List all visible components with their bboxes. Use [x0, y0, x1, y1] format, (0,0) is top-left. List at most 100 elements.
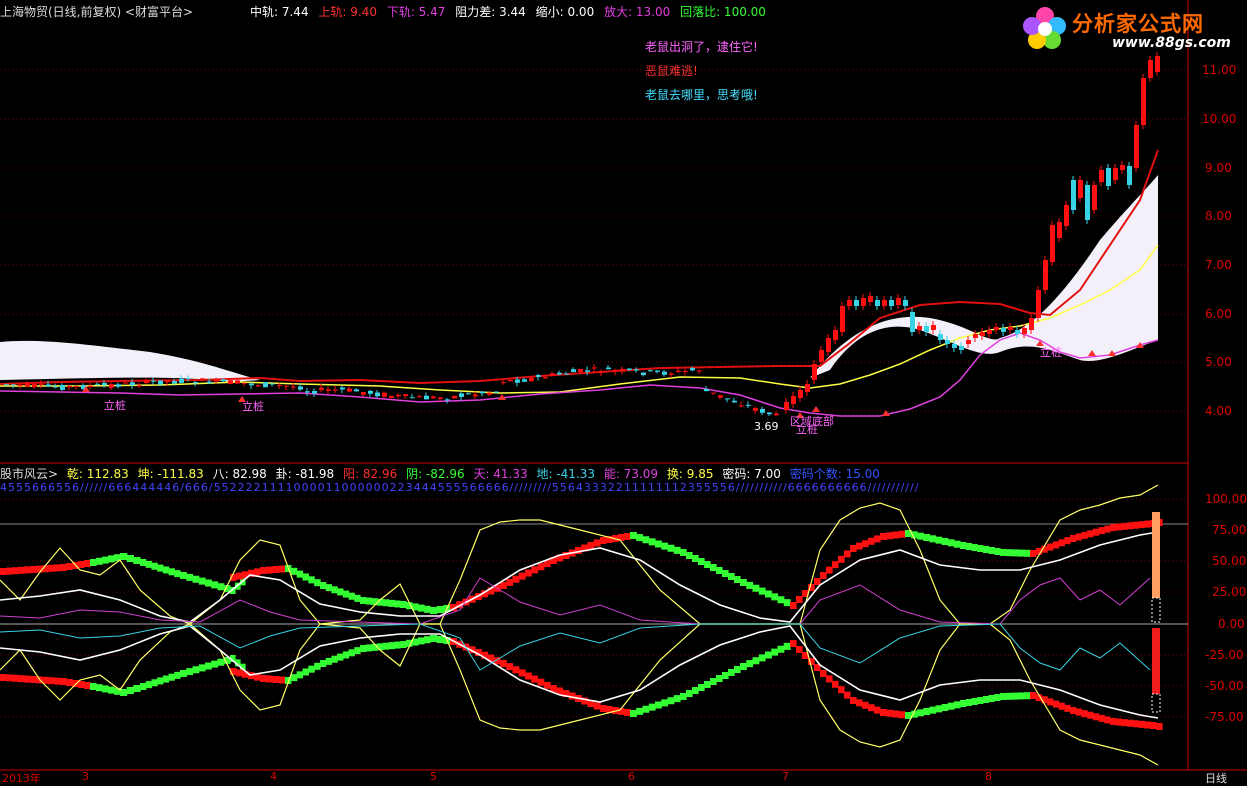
candle: [186, 378, 191, 380]
ribbon-step: [78, 681, 85, 688]
indicator-header: 股市风云> 乾: 112.83 坤: -111.83 八: 82.98 卦: -…: [0, 465, 885, 482]
ribbon-step: [12, 674, 19, 682]
ribbon-step: [960, 700, 967, 707]
candle: [46, 384, 51, 387]
candle: [515, 379, 520, 383]
ribbon-step: [947, 539, 955, 547]
ribbon-step: [6, 567, 13, 575]
ribbon-step: [1006, 549, 1013, 557]
candle: [669, 373, 674, 375]
ribbon-step: [1018, 692, 1025, 700]
candle: [683, 370, 688, 372]
ribbon-step: [377, 643, 384, 651]
ribbon-step: [994, 694, 1001, 701]
ribbon-step: [1030, 550, 1037, 557]
ribbon-step: [525, 569, 532, 577]
ribbon-step: [587, 542, 595, 549]
candle: [784, 402, 789, 410]
candle: [291, 386, 296, 388]
ribbon-step: [506, 578, 514, 586]
candle: [987, 330, 992, 334]
ribbon-step: [302, 573, 309, 581]
indicator-tick: -50.00: [1205, 679, 1244, 693]
candle: [1008, 327, 1013, 330]
ribbon-step: [72, 680, 79, 687]
candle: [277, 385, 282, 387]
ribbon-step: [941, 704, 949, 711]
candle: [725, 398, 730, 400]
candle: [249, 383, 254, 386]
ribbon-step: [325, 584, 333, 592]
ribbon-step: [272, 566, 280, 573]
candle: [270, 383, 275, 385]
candle: [882, 300, 887, 306]
ribbon-step: [140, 683, 147, 690]
ribbon-step: [308, 576, 315, 584]
ribbon-step: [525, 672, 532, 680]
ribbon-step: [382, 599, 390, 607]
ribbon-step: [1024, 692, 1031, 700]
candle: [1057, 222, 1062, 238]
ribbon-step: [1058, 702, 1065, 710]
ribbon-step: [400, 641, 407, 648]
chart-canvas[interactable]: [0, 0, 1247, 781]
code-value: 密码: 7.00: [722, 467, 781, 481]
ribbon-step: [771, 593, 779, 601]
ribbon-step: [290, 567, 298, 575]
ribbon-step: [102, 556, 109, 564]
indicator-tick: 0.00: [1218, 617, 1245, 631]
ribbon-step: [642, 536, 650, 544]
candle: [144, 379, 149, 383]
ribbon-step: [90, 683, 97, 690]
ribbon-step: [898, 530, 906, 538]
ribbon-step: [880, 709, 887, 716]
ribbon-step: [1087, 530, 1094, 538]
candle: [875, 300, 880, 306]
ribbon-step: [1012, 549, 1019, 557]
ribbon-step: [296, 671, 304, 679]
candle: [945, 340, 950, 344]
candle: [95, 383, 100, 385]
yin-value: 阴: -82.96: [406, 467, 465, 481]
ribbon-step: [783, 642, 791, 650]
ribbon-step: [325, 657, 333, 665]
ribbon-step: [24, 566, 31, 574]
ribbon-step: [6, 674, 13, 682]
ribbon-step: [512, 575, 520, 583]
gua-value: 卦: -81.98: [275, 467, 335, 481]
time-tick: 3: [82, 770, 89, 783]
ribbon-step: [394, 600, 401, 608]
ribbon-step: [740, 579, 747, 586]
logo-title: 分析家公式网: [1072, 12, 1204, 36]
ribbon-step: [971, 698, 978, 705]
pile-label: 立桩: [242, 400, 264, 413]
ribbon-step: [96, 684, 103, 692]
candle: [655, 370, 660, 372]
candle: [305, 391, 310, 393]
ribbon-step: [1104, 525, 1111, 533]
indicator-tick: 50.00: [1212, 554, 1247, 568]
neng-value: 能: 73.09: [603, 467, 659, 481]
ribbon-step: [266, 566, 274, 574]
candle: [74, 385, 79, 387]
ribbon-step: [1087, 711, 1094, 719]
ribbon-step: [174, 671, 181, 679]
candle: [966, 340, 971, 344]
ribbon-step: [771, 648, 779, 656]
ribbon-step: [593, 539, 601, 547]
ribbon-step: [1132, 720, 1140, 728]
ribbon-step: [826, 675, 833, 683]
ribbon-step: [211, 581, 219, 589]
ribbon-step: [418, 604, 425, 612]
candle: [826, 338, 831, 352]
ribbon-step: [994, 548, 1001, 555]
candle: [326, 389, 331, 391]
candle: [1085, 185, 1090, 220]
ribbon-step: [1127, 522, 1134, 530]
candle: [137, 385, 142, 387]
candle: [340, 387, 345, 390]
candle: [235, 380, 240, 384]
resist-label: 阻力差: 3.44: [455, 5, 526, 19]
candle: [200, 378, 205, 380]
ribbon-step: [198, 577, 206, 585]
